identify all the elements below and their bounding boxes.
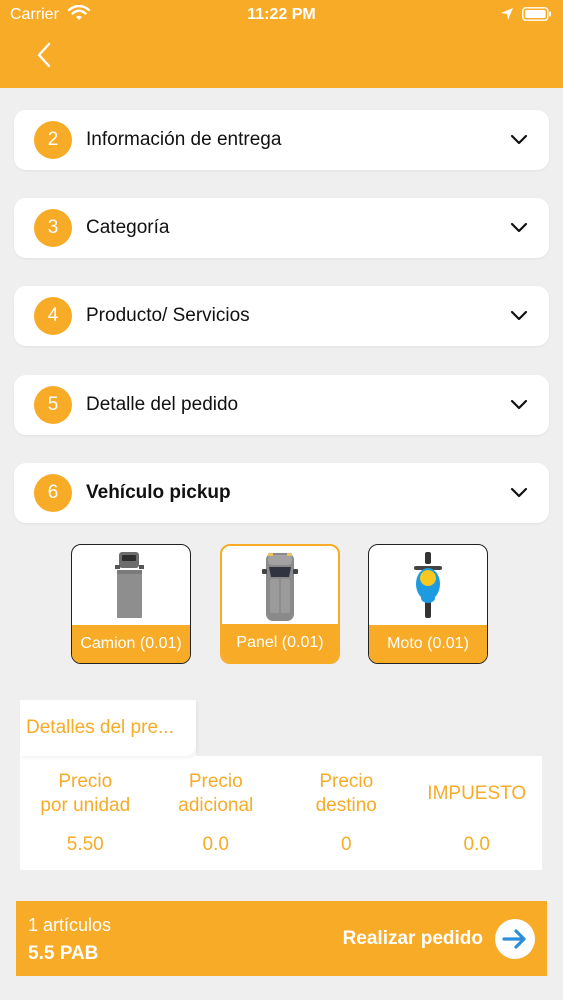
price-header-line: Precio bbox=[319, 771, 374, 792]
section-pickup-vehicle[interactable]: 6 Vehículo pickup bbox=[14, 463, 549, 523]
status-time: 11:22 PM bbox=[247, 6, 316, 23]
section-category[interactable]: 3 Categoría bbox=[14, 198, 549, 258]
price-column-tax: IMPUESTO 0.0 bbox=[412, 770, 543, 856]
place-order-label: Realizar pedido bbox=[342, 928, 483, 949]
price-value: 0 bbox=[340, 834, 352, 855]
battery-icon bbox=[522, 7, 552, 26]
truck-icon bbox=[72, 545, 190, 627]
back-button[interactable] bbox=[28, 40, 60, 74]
place-order-button[interactable]: Realizar pedido bbox=[343, 919, 535, 959]
total-amount: 5.5 PAB bbox=[28, 943, 99, 964]
vehicle-option-panel[interactable]: Panel (0.01) bbox=[220, 544, 340, 664]
status-bar: Carrier 11:22 PM bbox=[0, 0, 563, 30]
section-products-services[interactable]: 4 Producto/ Servicios bbox=[14, 286, 549, 346]
step-badge: 2 bbox=[34, 121, 72, 159]
chevron-down-icon bbox=[509, 130, 529, 150]
item-count: 1 artículos bbox=[28, 915, 112, 935]
vehicle-label: Moto (0.01) bbox=[369, 625, 487, 663]
step-badge: 3 bbox=[34, 209, 72, 247]
price-header-line: adicional bbox=[178, 795, 254, 816]
order-summary-bar: 1 artículos 5.5 PAB Realizar pedido bbox=[16, 901, 547, 976]
section-delivery-info[interactable]: 2 Información de entrega bbox=[14, 110, 549, 170]
chevron-left-icon bbox=[36, 42, 52, 73]
price-columns: Precio por unidad 5.50 Precio adicional … bbox=[20, 770, 542, 856]
vehicle-label: Panel (0.01) bbox=[222, 624, 338, 662]
price-header: IMPUESTO bbox=[412, 770, 543, 818]
location-arrow-icon bbox=[500, 7, 514, 26]
chevron-down-icon bbox=[509, 306, 529, 326]
chevron-down-icon bbox=[509, 395, 529, 415]
vehicle-option-moto[interactable]: Moto (0.01) bbox=[368, 544, 488, 664]
price-value: 0.0 bbox=[463, 834, 490, 855]
price-header: Precio adicional bbox=[151, 770, 282, 818]
price-header: Precio por unidad bbox=[20, 770, 151, 818]
step-badge: 4 bbox=[34, 297, 72, 335]
price-header-line: por unidad bbox=[40, 795, 131, 816]
price-header-line: IMPUESTO bbox=[427, 783, 527, 804]
step-badge: 6 bbox=[34, 474, 72, 512]
section-order-detail[interactable]: 5 Detalle del pedido bbox=[14, 375, 549, 435]
step-badge: 5 bbox=[34, 386, 72, 424]
arrow-right-icon bbox=[495, 919, 535, 959]
price-header-line: destino bbox=[315, 795, 377, 816]
van-icon bbox=[222, 546, 338, 628]
price-column-additional: Precio adicional 0.0 bbox=[151, 770, 282, 856]
price-value: 5.50 bbox=[66, 834, 104, 855]
section-title: Vehículo pickup bbox=[86, 482, 231, 503]
price-column-destination: Precio destino 0 bbox=[281, 770, 412, 856]
section-title: Categoría bbox=[86, 217, 170, 238]
vehicle-label: Camion (0.01) bbox=[72, 625, 190, 663]
price-details-card: Detalles del pre... Precio por unidad 5.… bbox=[20, 700, 542, 870]
tab-order-details[interactable]: Detalles del pre... bbox=[20, 700, 196, 756]
motorcycle-icon bbox=[369, 545, 487, 627]
app-header: Carrier 11:22 PM bbox=[0, 0, 563, 88]
price-header-line: Precio bbox=[58, 771, 113, 792]
chevron-down-icon bbox=[509, 483, 529, 503]
price-column-unit: Precio por unidad 5.50 bbox=[20, 770, 151, 856]
vehicle-option-truck[interactable]: Camion (0.01) bbox=[71, 544, 191, 664]
price-header: Precio destino bbox=[281, 770, 412, 818]
chevron-down-icon bbox=[509, 218, 529, 238]
section-title: Detalle del pedido bbox=[86, 394, 239, 415]
details-tab-gap bbox=[196, 700, 542, 756]
price-header-line: Precio bbox=[188, 771, 243, 792]
section-title: Información de entrega bbox=[86, 129, 282, 150]
section-title: Producto/ Servicios bbox=[86, 305, 250, 326]
price-value: 0.0 bbox=[202, 834, 229, 855]
